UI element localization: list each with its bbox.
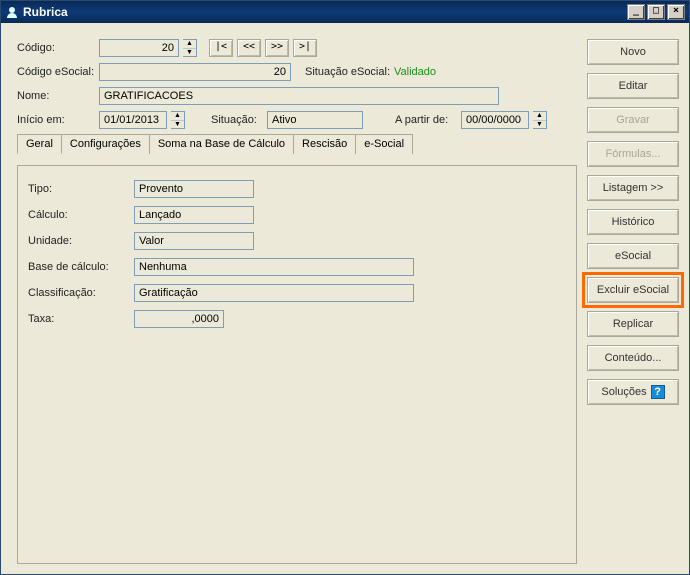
nav-next-button[interactable]: >>: [265, 39, 289, 57]
codigo-label: Código:: [17, 42, 95, 54]
editar-button[interactable]: Editar: [587, 73, 679, 99]
tab-geral[interactable]: Geral: [17, 134, 62, 154]
spin-up-icon[interactable]: ▲: [183, 40, 196, 49]
listagem-button[interactable]: Listagem >>: [587, 175, 679, 201]
situacao-field[interactable]: Ativo: [267, 111, 363, 129]
rubrica-window: Rubrica _ □ × Código: 20 ▲ ▼ |< << >> >|: [0, 0, 690, 575]
nome-label: Nome:: [17, 90, 95, 102]
spin-down-icon[interactable]: ▼: [183, 49, 196, 57]
help-icon: ?: [651, 385, 665, 399]
situacao-label: Situação:: [211, 114, 263, 126]
calculo-field[interactable]: Lançado: [134, 206, 254, 224]
window-title: Rubrica: [23, 5, 627, 19]
codigo-spinner[interactable]: ▲ ▼: [183, 39, 197, 57]
app-icon: [5, 5, 19, 19]
close-button[interactable]: ×: [667, 4, 685, 20]
esocial-button[interactable]: eSocial: [587, 243, 679, 269]
inicio-spinner[interactable]: ▲ ▼: [171, 111, 185, 129]
base-label: Base de cálculo:: [28, 261, 128, 273]
taxa-label: Taxa:: [28, 313, 128, 325]
class-label: Classificação:: [28, 287, 128, 299]
codigo-field[interactable]: 20: [99, 39, 179, 57]
unidade-field[interactable]: Valor: [134, 232, 254, 250]
spin-down-icon[interactable]: ▼: [171, 121, 184, 129]
tab-rescisao[interactable]: Rescisão: [293, 134, 356, 154]
tab-configuracoes[interactable]: Configurações: [61, 134, 150, 154]
panel-geral: Tipo: Provento Cálculo: Lançado Unidade:…: [18, 166, 576, 563]
tab-strip: Geral Configurações Soma na Base de Cálc…: [17, 134, 577, 154]
class-field[interactable]: Gratificação: [134, 284, 414, 302]
a-partir-field[interactable]: 00/00/0000: [461, 111, 529, 129]
tipo-label: Tipo:: [28, 183, 128, 195]
side-button-column: Novo Editar Gravar Fórmulas... Listagem …: [587, 39, 679, 564]
nome-field[interactable]: GRATIFICACOES: [99, 87, 499, 105]
inicio-field[interactable]: 01/01/2013: [99, 111, 167, 129]
nav-first-button[interactable]: |<: [209, 39, 233, 57]
a-partir-spinner[interactable]: ▲ ▼: [533, 111, 547, 129]
titlebar[interactable]: Rubrica _ □ ×: [1, 1, 689, 23]
formulas-button: Fórmulas...: [587, 141, 679, 167]
historico-button[interactable]: Histórico: [587, 209, 679, 235]
situacao-esocial-label: Situação eSocial:: [305, 66, 390, 78]
inicio-label: Início em:: [17, 114, 95, 126]
codigo-esocial-field[interactable]: 20: [99, 63, 291, 81]
tab-esocial[interactable]: e-Social: [355, 134, 413, 154]
tabs-container: Tipo: Provento Cálculo: Lançado Unidade:…: [17, 165, 577, 564]
nav-last-button[interactable]: >|: [293, 39, 317, 57]
gravar-button: Gravar: [587, 107, 679, 133]
codigo-esocial-label: Código eSocial:: [17, 66, 95, 78]
solucoes-button[interactable]: Soluções ?: [587, 379, 679, 405]
novo-button[interactable]: Novo: [587, 39, 679, 65]
spin-up-icon[interactable]: ▲: [171, 112, 184, 121]
spin-down-icon[interactable]: ▼: [533, 121, 546, 129]
spin-up-icon[interactable]: ▲: [533, 112, 546, 121]
tab-soma-base[interactable]: Soma na Base de Cálculo: [149, 134, 294, 154]
maximize-button[interactable]: □: [647, 4, 665, 20]
situacao-esocial-value: Validado: [394, 66, 436, 78]
unidade-label: Unidade:: [28, 235, 128, 247]
base-field[interactable]: Nenhuma: [134, 258, 414, 276]
replicar-button[interactable]: Replicar: [587, 311, 679, 337]
taxa-field[interactable]: ,0000: [134, 310, 224, 328]
a-partir-label: A partir de:: [395, 114, 457, 126]
tipo-field[interactable]: Provento: [134, 180, 254, 198]
minimize-button[interactable]: _: [627, 4, 645, 20]
conteudo-button[interactable]: Conteúdo...: [587, 345, 679, 371]
nav-prev-button[interactable]: <<: [237, 39, 261, 57]
calculo-label: Cálculo:: [28, 209, 128, 221]
excluir-esocial-button[interactable]: Excluir eSocial: [587, 277, 679, 303]
solucoes-label: Soluções: [601, 386, 646, 398]
